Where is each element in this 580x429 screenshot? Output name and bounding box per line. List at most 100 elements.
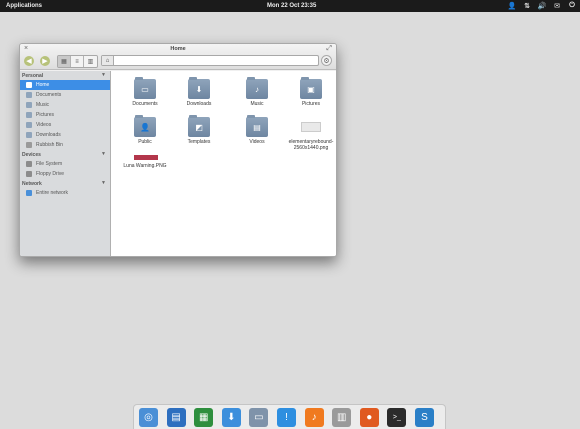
icon-view-button[interactable]: ▦	[58, 56, 71, 67]
folder-icon: ⬇	[188, 77, 210, 99]
sidebar-item-rubbish-bin[interactable]: Rubbish Bin	[20, 140, 110, 150]
sidebar-item-label: Rubbish Bin	[36, 142, 63, 148]
sidebar-item-music[interactable]: Music	[20, 100, 110, 110]
folder-emblem-icon: ⬇	[195, 84, 203, 94]
file-item[interactable]: ♪ Music	[227, 77, 287, 107]
png-thumbnail	[134, 155, 158, 160]
sidebar-item-label: Downloads	[36, 132, 61, 138]
png-file-icon	[134, 155, 158, 161]
home-icon: ⌂	[105, 57, 110, 64]
messaging-icon[interactable]: !	[277, 408, 296, 427]
view-switcher: ▦ ≡ ▥	[57, 55, 98, 68]
place-icon	[26, 112, 32, 118]
music-player-icon[interactable]: ♪	[304, 408, 324, 427]
folder-icon: 👤	[134, 115, 156, 137]
sidebar-section-label: Personal	[22, 72, 44, 79]
sidebar-item-label: Videos	[36, 122, 52, 128]
sidebar-section-label: Devices	[22, 151, 41, 158]
arrow-right-icon: ▶	[42, 58, 48, 65]
sidebar-item-label: Pictures	[36, 112, 55, 118]
place-icon	[26, 142, 32, 148]
forward-button[interactable]: ▶	[40, 56, 50, 66]
sidebar-item-downloads[interactable]: Downloads	[20, 130, 110, 140]
file-item[interactable]: Luna Warning.PNG	[115, 155, 175, 169]
place-icon	[26, 82, 32, 88]
sidebar-item-pictures[interactable]: Pictures	[20, 110, 110, 120]
sidebar-item-home[interactable]: Home	[20, 80, 110, 90]
chevron-down-icon[interactable]: ▼	[101, 180, 106, 186]
place-icon	[26, 190, 32, 196]
back-button[interactable]: ◀	[24, 56, 34, 66]
folder-emblem-icon: ▤	[253, 122, 261, 132]
user-icon[interactable]: 👤	[508, 1, 517, 10]
file-item[interactable]: ◩ Templates	[169, 115, 229, 145]
folder-icon: ▭	[134, 77, 156, 99]
sidebar-item-entire-network[interactable]: Entire network	[20, 188, 110, 198]
file-item[interactable]: ⬇ Downloads	[169, 77, 229, 107]
file-name: Music	[250, 101, 264, 107]
chevron-down-icon[interactable]: ▼	[101, 151, 106, 157]
folder-emblem-icon: ▣	[307, 84, 315, 94]
photos-icon[interactable]: ●	[359, 408, 379, 427]
file-manager-window: × Home ⤢ ◀ ▶ ▦ ≡ ▥ ⌂ ⚙ Personal ▼ Home Docume…	[19, 43, 337, 257]
mail-icon[interactable]: ✉	[553, 1, 561, 10]
sidebar-item-label: Floppy Drive	[36, 171, 65, 177]
file-item[interactable]: ▤ Videos	[227, 115, 287, 145]
chevron-down-icon[interactable]: ▼	[101, 72, 106, 78]
breadcrumb-home[interactable]: ⌂	[102, 56, 114, 65]
file-name: Downloads	[186, 101, 212, 107]
writer-icon[interactable]: ▤	[166, 408, 186, 427]
power-icon[interactable]: ⏻	[568, 1, 576, 10]
column-view-button[interactable]: ▥	[84, 56, 97, 67]
sidebar-item-videos[interactable]: Videos	[20, 120, 110, 130]
sidebar-section-devices[interactable]: Devices ▼	[20, 150, 110, 159]
list-view-button[interactable]: ≡	[71, 56, 84, 67]
location-bar[interactable]: ⌂	[101, 55, 319, 66]
sidebar-item-floppy-drive[interactable]: Floppy Drive	[20, 169, 110, 179]
sidebar: Personal ▼ Home Documents Music Pictures Video…	[20, 71, 111, 256]
network-icon[interactable]: ⇅	[523, 1, 531, 10]
applications-menu[interactable]: Applications	[6, 3, 42, 9]
file-view[interactable]: ▭ Documents ⬇ Downloads ♪ Music ▣ Pictures 👤 Publ…	[111, 71, 336, 256]
file-name: Templates	[187, 139, 211, 145]
terminal-icon[interactable]: >_	[387, 408, 407, 427]
volume-icon[interactable]: 🔊	[538, 1, 547, 10]
window-title: Home	[170, 46, 186, 52]
folder-icon: ♪	[246, 77, 268, 99]
clock[interactable]: Mon 22 Oct 23:35	[267, 3, 316, 9]
software-center-icon[interactable]: S	[415, 408, 434, 427]
arrow-left-icon: ◀	[26, 58, 32, 65]
file-item[interactable]: ▭ Documents	[115, 77, 175, 107]
calc-icon[interactable]: ▦	[194, 408, 214, 427]
file-item[interactable]: ▣ Pictures	[281, 77, 336, 107]
files-icon[interactable]: ▭	[249, 408, 269, 427]
settings-button[interactable]: ⚙	[321, 55, 332, 66]
sidebar-item-label: Documents	[36, 92, 62, 98]
file-name: Public	[138, 139, 152, 145]
gear-icon: ⚙	[323, 57, 330, 65]
folder-icon: ▣	[300, 77, 322, 99]
place-icon	[26, 171, 32, 177]
maximize-icon[interactable]: ⤢	[326, 45, 332, 53]
place-icon	[26, 92, 32, 98]
titlebar[interactable]: × Home ⤢ ◀ ▶ ▦ ≡ ▥ ⌂ ⚙	[20, 44, 336, 70]
dock: ◎ ▤ ▦ ⬇ ▭! ♪ ▥ ● >_ S	[133, 404, 446, 429]
file-name: Luna Warning.PNG	[123, 163, 167, 169]
file-item[interactable]: elementaryrebound-2560x1440.png	[281, 117, 336, 151]
place-icon	[26, 102, 32, 108]
folder-emblem-icon: 👤	[140, 122, 150, 132]
downloader-icon[interactable]: ⬇	[221, 408, 241, 427]
place-icon	[26, 122, 32, 128]
chromium-icon[interactable]: ◎	[139, 408, 158, 427]
sidebar-section-network[interactable]: Network ▼	[20, 179, 110, 188]
folder-icon: ◩	[188, 115, 210, 137]
sidebar-item-file-system[interactable]: File System	[20, 159, 110, 169]
folder-emblem-icon: ♪	[255, 84, 259, 94]
folder-emblem-icon: ◩	[195, 122, 203, 132]
sidebar-item-label: Music	[36, 102, 50, 108]
sidebar-section-personal[interactable]: Personal ▼	[20, 71, 110, 80]
place-icon	[26, 161, 32, 167]
switchboard-icon[interactable]: ▥	[332, 408, 352, 427]
sidebar-item-documents[interactable]: Documents	[20, 90, 110, 100]
file-item[interactable]: 👤 Public	[115, 115, 175, 145]
